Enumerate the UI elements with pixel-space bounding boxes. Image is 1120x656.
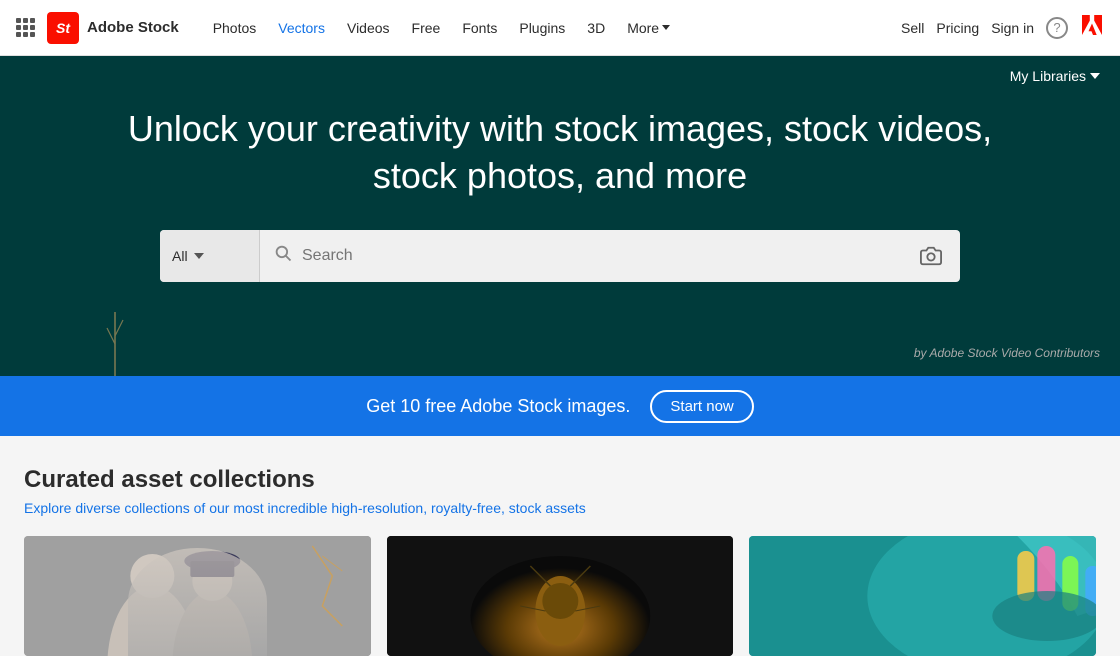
sell-link[interactable]: Sell [901, 20, 924, 36]
nav-more[interactable]: More [617, 12, 680, 44]
curated-grid [24, 536, 1096, 656]
search-input-wrap [260, 230, 960, 282]
nav-vectors[interactable]: Vectors [268, 12, 335, 44]
hero-section: My Libraries Unlock your creativity with… [0, 56, 1120, 376]
nav-photos[interactable]: Photos [203, 12, 267, 44]
logo[interactable]: St Adobe Stock [47, 12, 179, 44]
search-input[interactable] [302, 247, 906, 265]
my-libraries-button[interactable]: My Libraries [1010, 68, 1100, 84]
curated-title: Curated asset collections [24, 466, 1096, 494]
curated-section: Curated asset collections Explore divers… [0, 436, 1120, 656]
nav-free[interactable]: Free [402, 12, 451, 44]
nav-3d[interactable]: 3D [577, 12, 615, 44]
curated-subtitle: Explore diverse collections of our most … [24, 500, 1096, 516]
start-now-button[interactable]: Start now [650, 390, 753, 423]
logo-text: Adobe Stock [87, 19, 179, 36]
more-chevron-icon [662, 25, 670, 30]
pricing-link[interactable]: Pricing [936, 20, 979, 36]
promo-text: Get 10 free Adobe Stock images. [366, 396, 630, 417]
decorative-plant [100, 296, 130, 376]
navbar-left: St Adobe Stock Photos Vectors Videos Fre… [16, 12, 680, 44]
apps-grid-icon[interactable] [16, 18, 35, 37]
search-icon [274, 244, 292, 267]
nav-plugins[interactable]: Plugins [509, 12, 575, 44]
navbar: St Adobe Stock Photos Vectors Videos Fre… [0, 0, 1120, 56]
curated-card-1[interactable] [24, 536, 371, 656]
hero-title: Unlock your creativity with stock images… [110, 106, 1010, 200]
curated-card-3[interactable] [749, 536, 1096, 656]
sign-in-link[interactable]: Sign in [991, 20, 1034, 36]
search-bar: All [160, 230, 960, 282]
my-libraries-chevron-icon [1090, 73, 1100, 79]
promo-banner: Get 10 free Adobe Stock images. Start no… [0, 376, 1120, 436]
camera-search-icon[interactable] [916, 241, 946, 271]
nav-links: Photos Vectors Videos Free Fonts Plugins… [203, 12, 680, 44]
card-1-image [24, 536, 371, 656]
nav-videos[interactable]: Videos [337, 12, 400, 44]
logo-icon: St [47, 12, 79, 44]
nav-fonts[interactable]: Fonts [452, 12, 507, 44]
card-2-image [387, 536, 734, 656]
help-button[interactable]: ? [1046, 17, 1068, 39]
navbar-right: Sell Pricing Sign in ? [901, 13, 1104, 43]
adobe-icon[interactable] [1080, 13, 1104, 43]
filter-chevron-icon [194, 253, 204, 259]
search-filter-dropdown[interactable]: All [160, 230, 260, 282]
card-3-image [749, 536, 1096, 656]
curated-card-2[interactable] [387, 536, 734, 656]
hero-attribution: by Adobe Stock Video Contributors [914, 346, 1100, 360]
